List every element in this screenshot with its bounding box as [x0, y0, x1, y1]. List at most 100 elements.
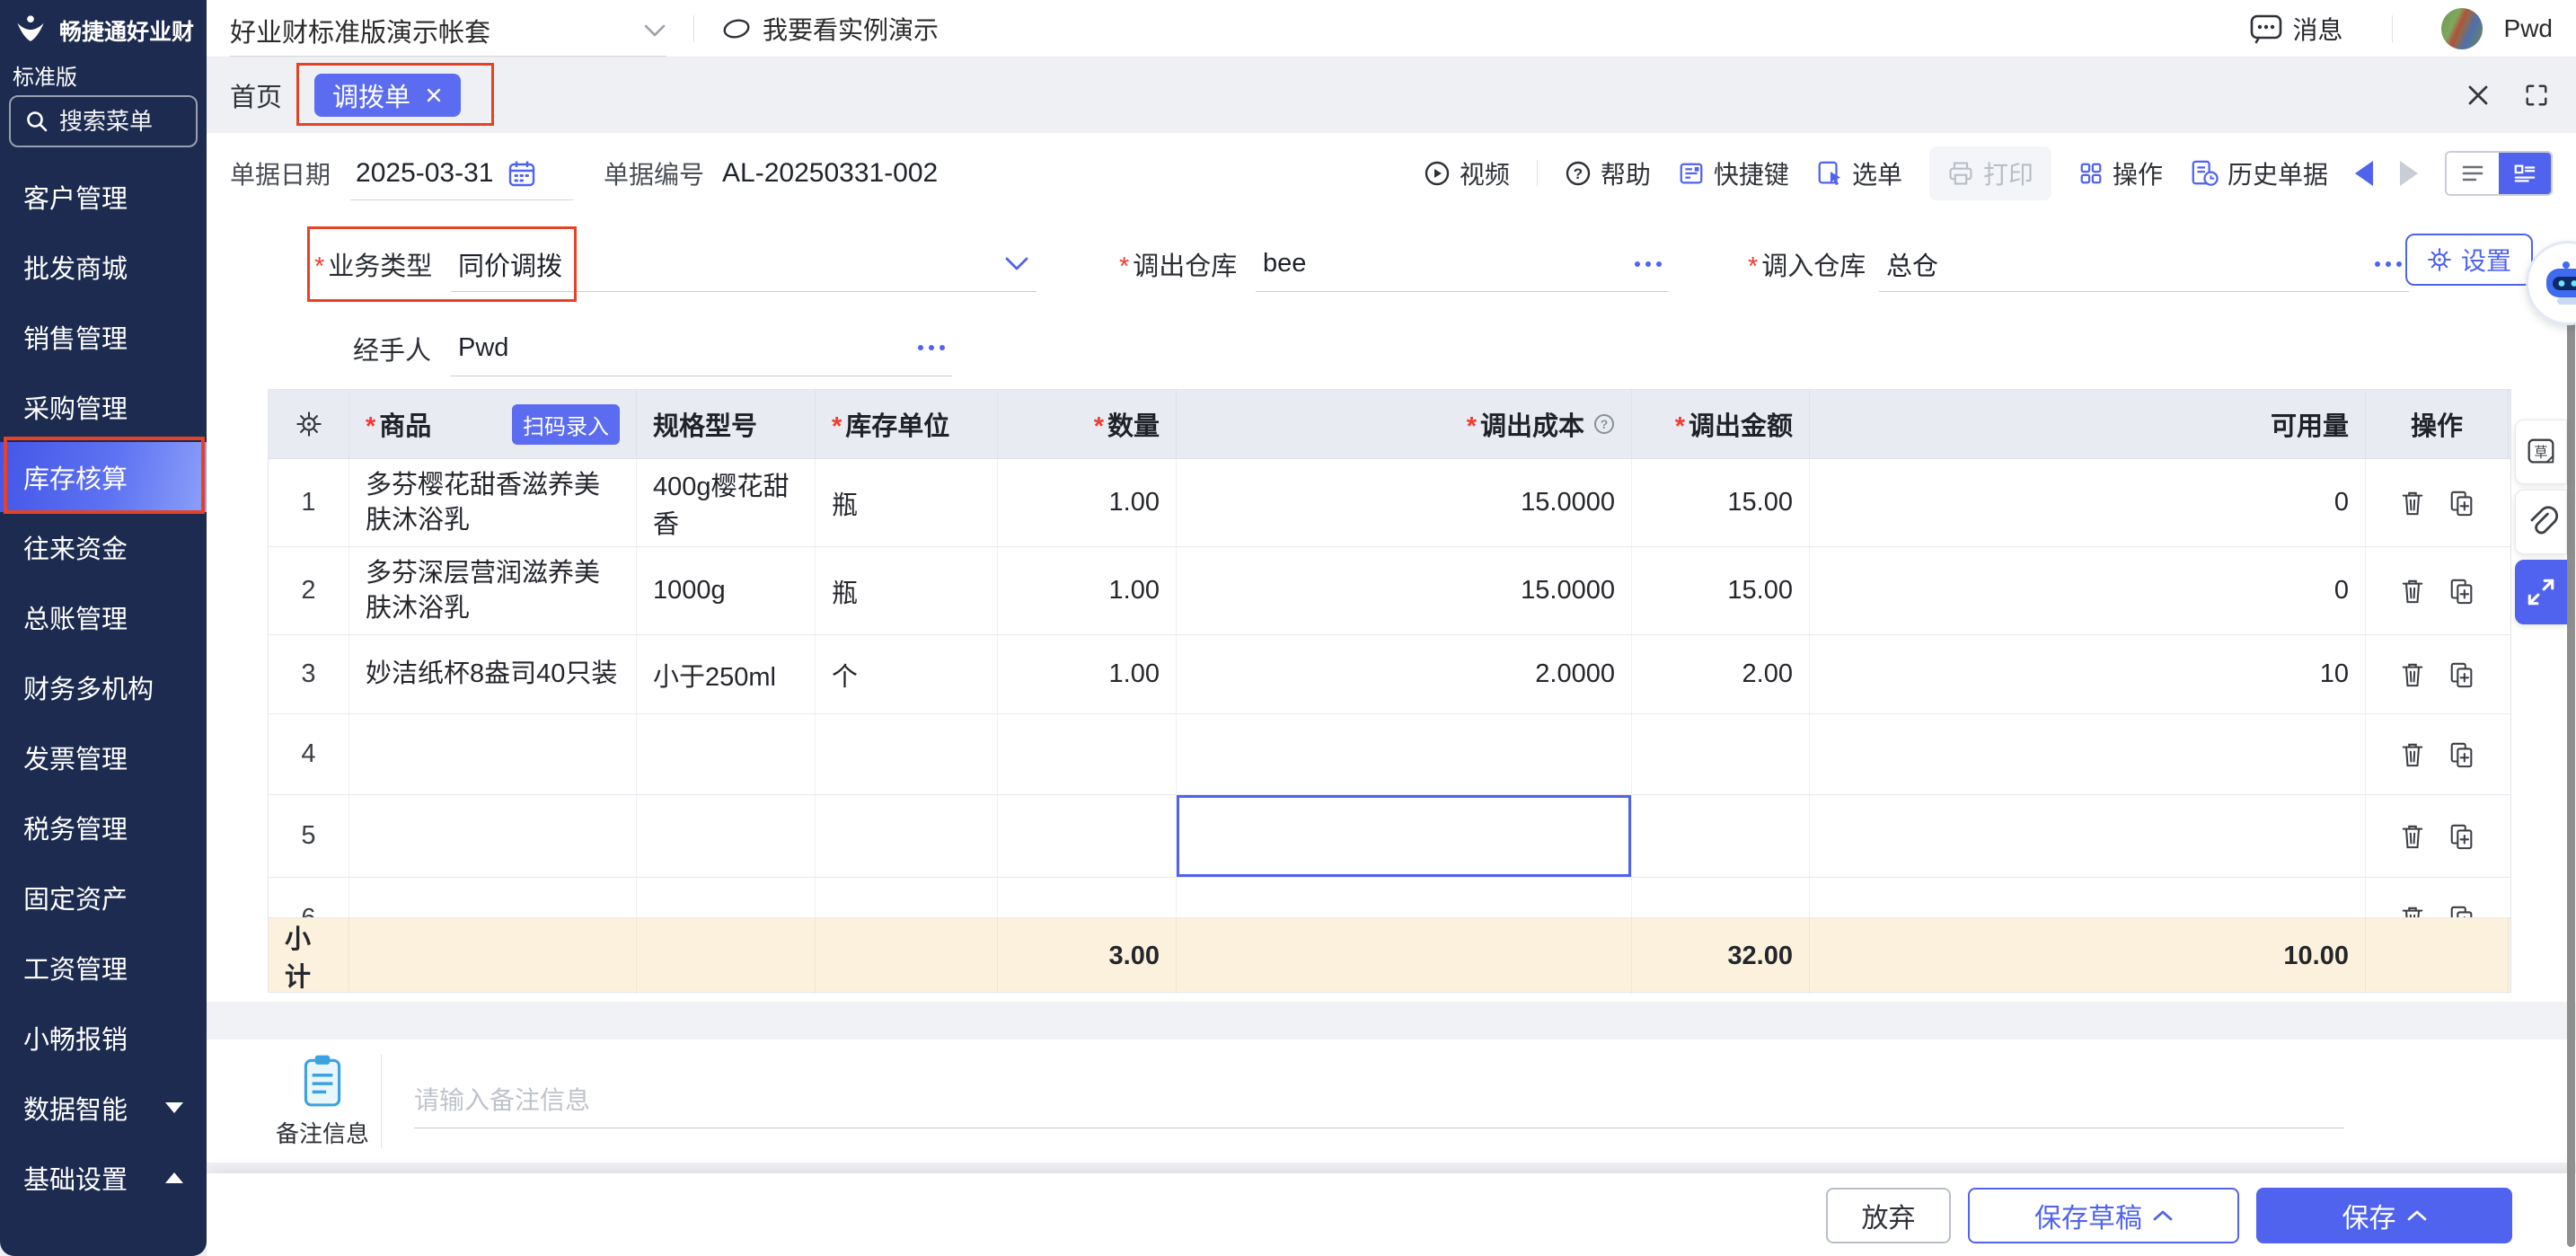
cell-amount[interactable]: 15.00: [1632, 547, 1810, 634]
cell-qty[interactable]: 1.00: [998, 547, 1177, 634]
menu-search[interactable]: [9, 95, 198, 147]
sidebar-item-tax[interactable]: 税务管理: [0, 792, 207, 862]
cell-spec[interactable]: [637, 714, 816, 794]
settings-button[interactable]: 设置: [2405, 234, 2533, 286]
fullscreen-icon[interactable]: [2524, 83, 2549, 108]
sidebar-item-payroll[interactable]: 工资管理: [0, 933, 207, 1003]
cell-unit[interactable]: [816, 714, 998, 794]
delete-row-icon[interactable]: [2400, 577, 2425, 606]
cell-amount[interactable]: [1632, 714, 1810, 794]
cell-cost[interactable]: 15.0000: [1177, 547, 1632, 634]
sidebar-item-multi-org[interactable]: 财务多机构: [0, 652, 207, 722]
cell-cost[interactable]: 15.0000: [1177, 459, 1632, 546]
print-button[interactable]: 打印: [1929, 146, 2051, 200]
cell-qty[interactable]: [998, 878, 1177, 918]
sidebar-item-ledger[interactable]: 总账管理: [0, 582, 207, 652]
username[interactable]: Pwd: [2504, 14, 2553, 43]
cell-product[interactable]: [349, 714, 637, 794]
cell-spec[interactable]: [637, 795, 816, 877]
sidebar-item-fixed-assets[interactable]: 固定资产: [0, 862, 207, 933]
sidebar-item-sales[interactable]: 销售管理: [0, 302, 207, 372]
copy-row-icon[interactable]: [2448, 822, 2475, 851]
delete-row-icon[interactable]: [2400, 489, 2425, 517]
cell-qty[interactable]: [998, 714, 1177, 794]
close-icon[interactable]: [425, 86, 443, 104]
cell-amount[interactable]: [1632, 878, 1810, 918]
draft-box-button[interactable]: 草: [2515, 420, 2567, 484]
cell-product[interactable]: 多芬深层营润滋养美肤沐浴乳: [349, 547, 637, 634]
messages-button[interactable]: 消息: [2250, 11, 2343, 47]
operations-button[interactable]: 操作: [2078, 155, 2163, 191]
help-circle-icon[interactable]: ?: [1593, 413, 1615, 435]
gear-icon[interactable]: [296, 411, 322, 438]
sidebar-item-basic-settings[interactable]: 基础设置: [0, 1143, 207, 1213]
sidebar-item-purchase[interactable]: 采购管理: [0, 372, 207, 442]
cell-product[interactable]: [349, 878, 637, 918]
ellipsis-icon[interactable]: [1635, 261, 1662, 267]
cell-unit[interactable]: 个: [816, 635, 998, 713]
remark-input[interactable]: [414, 1086, 2344, 1115]
tab-home[interactable]: 首页: [230, 76, 282, 114]
handler-field[interactable]: Pwd: [451, 321, 952, 376]
cell-amount[interactable]: 15.00: [1632, 459, 1810, 546]
attachment-paperclip-button[interactable]: [2515, 490, 2567, 554]
cell-cost[interactable]: 2.0000: [1177, 635, 1632, 713]
hotkeys-button[interactable]: 快捷键: [1678, 155, 1789, 191]
save-draft-button[interactable]: 保存草稿: [1968, 1188, 2239, 1243]
cell-spec[interactable]: 小于250ml: [637, 635, 816, 713]
copy-row-icon[interactable]: [2448, 577, 2475, 606]
biz-type-select[interactable]: 同价调拨: [451, 236, 1037, 292]
cell-unit[interactable]: [816, 878, 998, 918]
out-warehouse-field[interactable]: bee: [1256, 236, 1669, 292]
ellipsis-icon[interactable]: [2375, 261, 2402, 267]
account-selector[interactable]: 好业财标准版演示帐套: [230, 6, 666, 57]
avatar[interactable]: [2441, 8, 2483, 49]
cell-unit[interactable]: 瓶: [816, 459, 998, 546]
cell-qty[interactable]: [998, 795, 1177, 877]
history-button[interactable]: 历史单据: [2190, 155, 2328, 191]
card-view-button[interactable]: [2499, 153, 2551, 194]
discard-button[interactable]: 放弃: [1826, 1188, 1951, 1243]
sidebar-item-invoice[interactable]: 发票管理: [0, 722, 207, 792]
sidebar-item-customers[interactable]: 客户管理: [0, 162, 207, 232]
menu-search-input[interactable]: [59, 108, 185, 136]
delete-row-icon[interactable]: [2400, 904, 2425, 918]
cell-cost[interactable]: [1177, 878, 1632, 918]
sidebar-item-funds[interactable]: 往来资金: [0, 512, 207, 582]
ellipsis-icon[interactable]: [918, 345, 945, 350]
in-warehouse-field[interactable]: 总仓: [1879, 236, 2409, 292]
cell-unit[interactable]: [816, 795, 998, 877]
cell-qty[interactable]: 1.00: [998, 459, 1177, 546]
sidebar-item-wholesale[interactable]: 批发商城: [0, 232, 207, 302]
cell-cost[interactable]: [1177, 714, 1632, 794]
cell-amount[interactable]: 2.00: [1632, 635, 1810, 713]
cell-product[interactable]: [349, 795, 637, 877]
sidebar-item-data-intel[interactable]: 数据智能: [0, 1073, 207, 1143]
delete-row-icon[interactable]: [2400, 740, 2425, 769]
cell-unit[interactable]: 瓶: [816, 547, 998, 634]
cell-spec[interactable]: 400g樱花甜香: [637, 459, 816, 546]
cell-amount[interactable]: [1632, 795, 1810, 877]
next-doc-arrow[interactable]: [2400, 161, 2418, 186]
close-page-icon[interactable]: [2465, 82, 2492, 109]
cell-qty[interactable]: 1.00: [998, 635, 1177, 713]
copy-row-icon[interactable]: [2448, 660, 2475, 689]
cell-cost-focused[interactable]: [1177, 795, 1632, 877]
help-button[interactable]: ? 帮助: [1565, 155, 1651, 191]
prev-doc-arrow[interactable]: [2355, 161, 2373, 186]
calendar-icon[interactable]: [507, 159, 536, 188]
delete-row-icon[interactable]: [2400, 822, 2425, 851]
copy-row-icon[interactable]: [2448, 904, 2475, 918]
tab-transfer-order[interactable]: 调拨单: [314, 74, 461, 117]
scan-entry-badge[interactable]: 扫码录入: [512, 404, 620, 445]
cell-spec[interactable]: 1000g: [637, 547, 816, 634]
doc-date-field[interactable]: 2025-03-31: [350, 146, 573, 200]
pick-order-button[interactable]: 选单: [1816, 155, 1902, 191]
vertical-scrollbar[interactable]: [2567, 262, 2575, 1247]
save-button[interactable]: 保存: [2256, 1188, 2512, 1243]
expand-panel-button[interactable]: [2515, 560, 2567, 624]
list-view-button[interactable]: [2447, 153, 2499, 194]
delete-row-icon[interactable]: [2400, 660, 2425, 689]
demo-link[interactable]: 我要看实例演示: [721, 11, 939, 47]
cell-product[interactable]: 妙洁纸杯8盎司40只装: [349, 635, 637, 713]
